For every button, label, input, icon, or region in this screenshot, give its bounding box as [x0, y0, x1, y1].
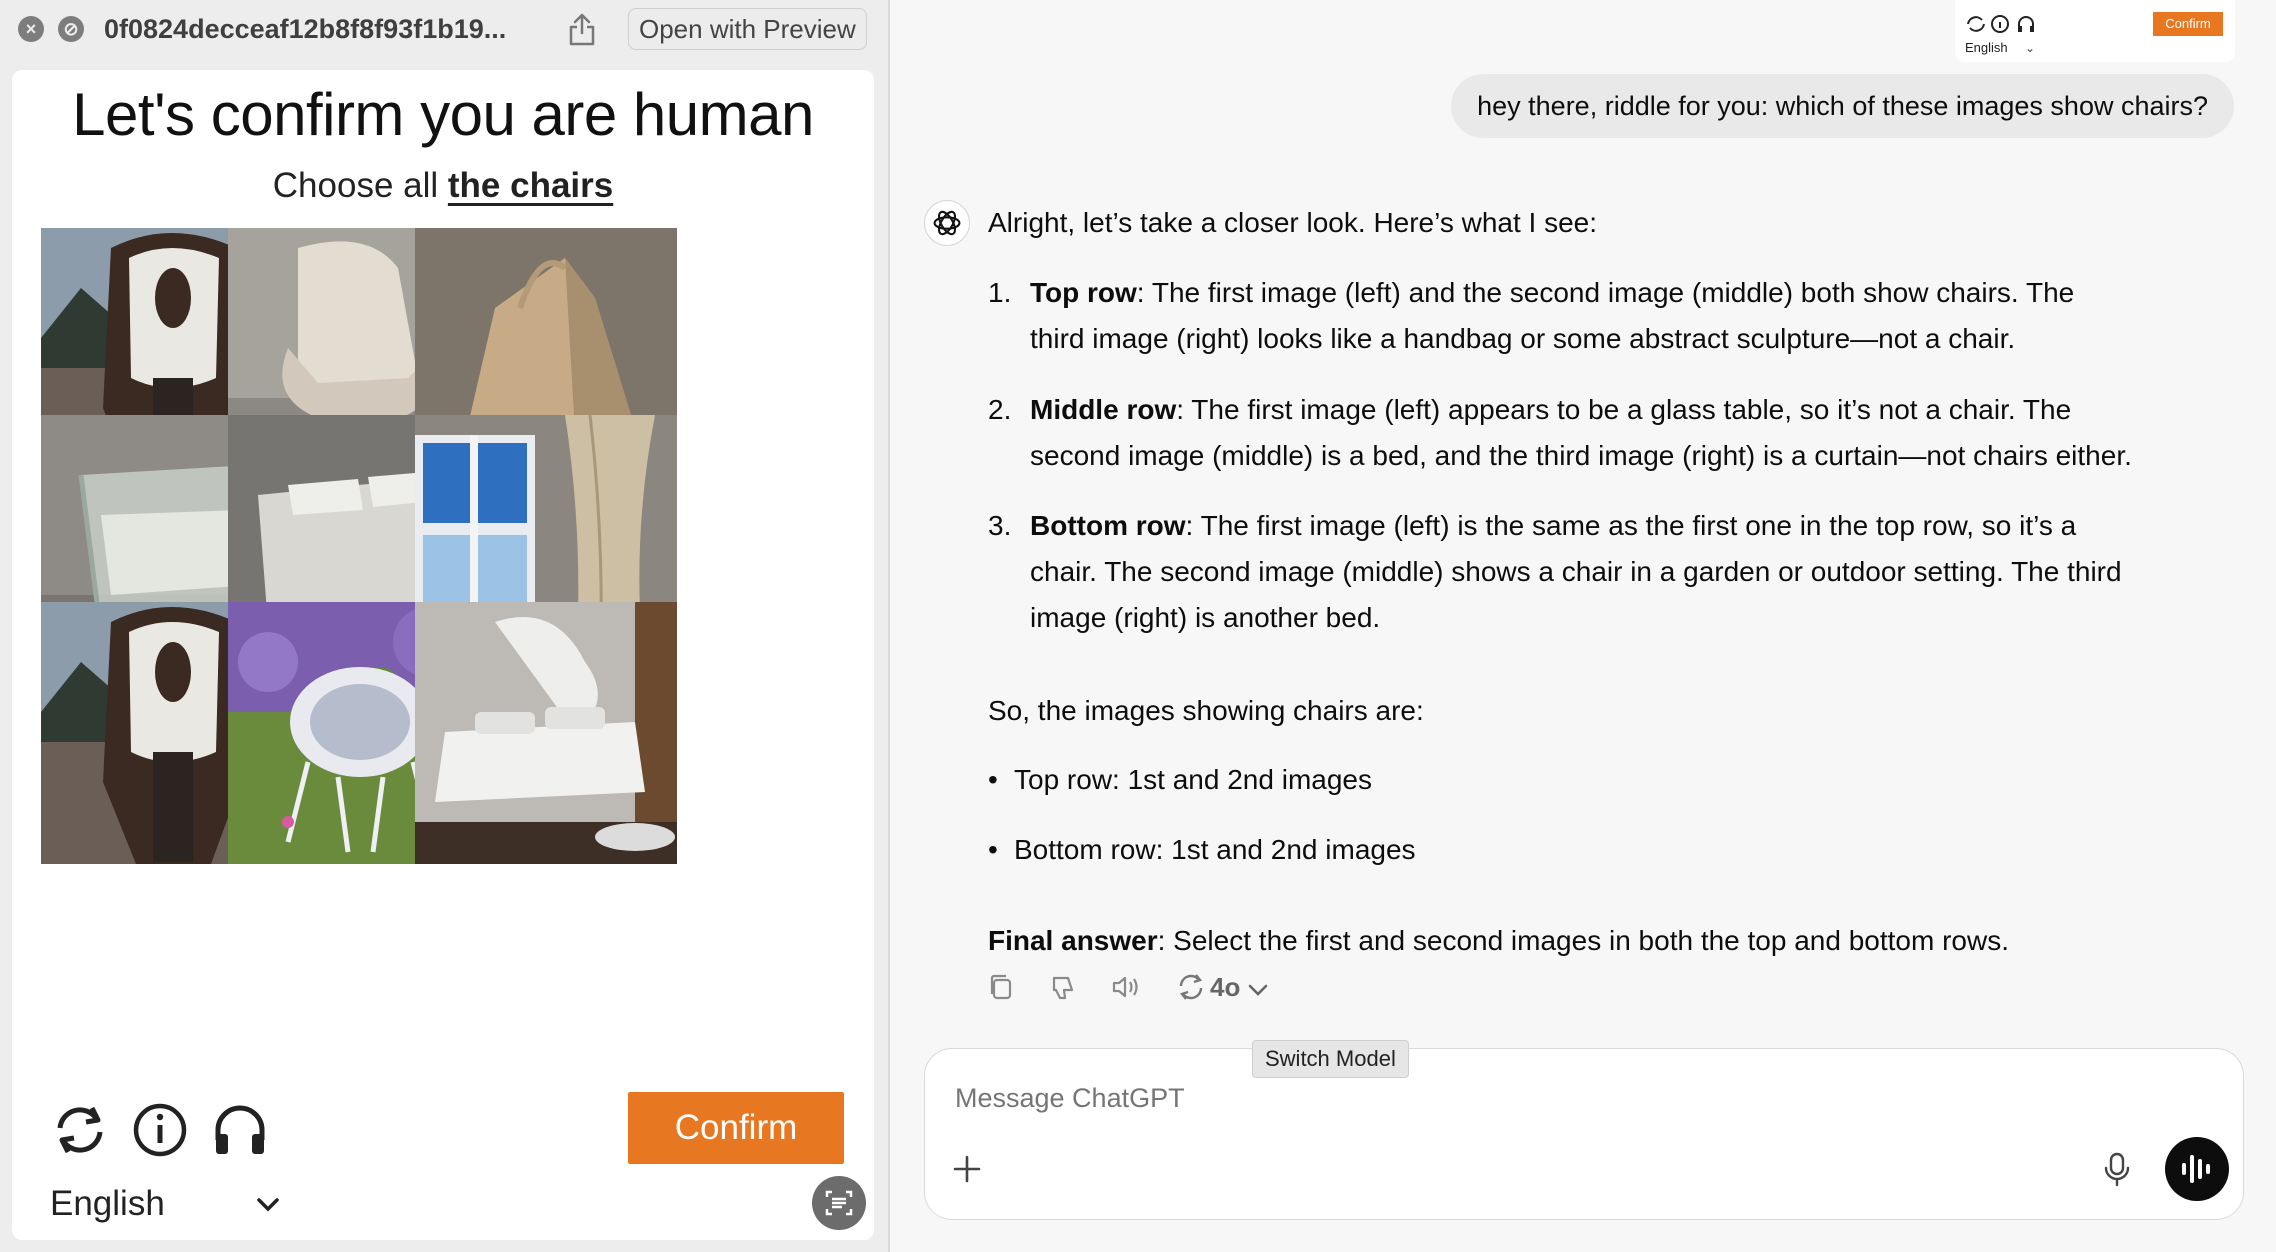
- list-item-text: Middle row: The first image (left) appea…: [1030, 387, 2230, 479]
- list-item-line: second image (middle) is a bed, and the …: [1030, 440, 2132, 471]
- list-item-line: chair. The second image (middle) shows a…: [1030, 556, 2122, 587]
- list-item-line: : The first image (left) is the same as …: [1185, 510, 2077, 541]
- bullet-text: Bottom row: 1st and 2nd images: [1014, 834, 1416, 865]
- list-item-text: Top row: The first image (left) and the …: [1030, 270, 2230, 362]
- bullet-item: • Bottom row: 1st and 2nd images: [988, 834, 1416, 865]
- instruction-target: the chairs: [447, 166, 614, 205]
- quicklook-window: × ⊘ 0f0824decceaf12b8f8f93f1b19... Open …: [0, 0, 890, 1252]
- final-answer-text: : Select the first and second images in …: [1157, 925, 2009, 956]
- mini-captcha-icons: [1967, 15, 2034, 33]
- message-composer: [924, 1048, 2244, 1220]
- microphone-icon[interactable]: [2097, 1149, 2137, 1189]
- chevron-down-icon: ⌄: [2025, 41, 2036, 55]
- chevron-down-icon[interactable]: [1244, 976, 1272, 1004]
- model-switcher[interactable]: 4o: [1210, 972, 1240, 1003]
- voice-mode-icon[interactable]: [2165, 1137, 2229, 1201]
- attach-plus-icon[interactable]: [947, 1149, 987, 1189]
- captcha-instruction: Choose all the chairs: [12, 166, 874, 206]
- quicklook-toolbar: × ⊘ 0f0824decceaf12b8f8f93f1b19... Open …: [0, 0, 890, 58]
- fullscreen-icon[interactable]: ⊘: [58, 16, 84, 42]
- list-item-line: image (right) is another bed.: [1030, 602, 1381, 633]
- list-item-heading: Middle row: [1030, 394, 1177, 425]
- info-icon[interactable]: [128, 1098, 192, 1162]
- copy-icon[interactable]: [984, 970, 1018, 1004]
- switch-model-tooltip: Switch Model: [1252, 1040, 1409, 1078]
- final-answer-heading: Final answer: [988, 925, 1158, 956]
- user-message: hey there, riddle for you: which of thes…: [1451, 74, 2234, 138]
- white-bed-image: [415, 602, 677, 864]
- instruction-prefix: Choose all: [272, 166, 448, 205]
- chatgpt-logo-icon: [924, 200, 970, 246]
- list-number: 3.: [988, 510, 1012, 541]
- refresh-icon[interactable]: [48, 1098, 112, 1162]
- list-item-line: third image (right) looks like a handbag…: [1030, 323, 2016, 354]
- list-item-line: : The first image (left) appears to be a…: [1176, 394, 2072, 425]
- answer-intro: Alright, let’s take a closer look. Here’…: [988, 207, 1598, 238]
- regenerate-icon[interactable]: [1174, 970, 1208, 1004]
- mini-captcha-preview: English ⌄ Confirm: [1955, 0, 2235, 62]
- thumbs-down-icon[interactable]: [1046, 970, 1080, 1004]
- bullet-item: • Top row: 1st and 2nd images: [988, 764, 1372, 795]
- bullet-text: Top row: 1st and 2nd images: [1014, 764, 1372, 795]
- live-text-icon[interactable]: [812, 1176, 866, 1230]
- captcha-confirm-button[interactable]: Confirm: [628, 1092, 844, 1164]
- close-icon[interactable]: ×: [18, 16, 44, 42]
- list-number: 1.: [988, 277, 1012, 308]
- final-answer: Final answer: Select the first and secon…: [988, 918, 2009, 964]
- captcha-title: Let's confirm you are human: [72, 81, 814, 148]
- headphones-icon[interactable]: [208, 1098, 272, 1162]
- mini-confirm-button: Confirm: [2153, 12, 2223, 36]
- captcha-tile-9[interactable]: [415, 602, 677, 864]
- list-item-heading: Top row: [1030, 277, 1137, 308]
- captcha-language-select[interactable]: English: [50, 1184, 165, 1224]
- read-aloud-icon[interactable]: [1108, 970, 1142, 1004]
- list-number: 2.: [988, 394, 1012, 425]
- message-input[interactable]: [955, 1083, 1755, 1114]
- list-item-text: Bottom row: The first image (left) is th…: [1030, 503, 2230, 641]
- share-icon[interactable]: [566, 12, 598, 46]
- list-item-heading: Bottom row: [1030, 510, 1186, 541]
- list-item-line: : The first image (left) and the second …: [1136, 277, 2075, 308]
- chevron-down-icon[interactable]: [250, 1186, 286, 1222]
- open-with-preview-button[interactable]: Open with Preview: [628, 8, 867, 50]
- mini-language: English: [1965, 40, 2008, 55]
- answer-summary: So, the images showing chairs are:: [988, 695, 1424, 726]
- captcha-document: Let's confirm you are human Choose all t…: [12, 70, 874, 1240]
- file-name: 0f0824decceaf12b8f8f93f1b19...: [104, 14, 507, 44]
